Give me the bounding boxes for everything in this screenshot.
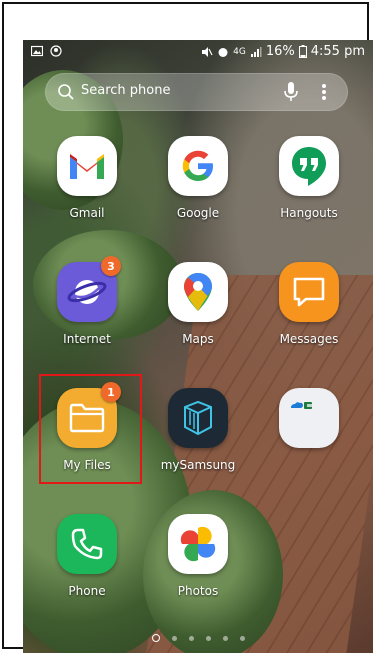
app-google[interactable]: Google bbox=[150, 136, 246, 246]
home-screen: 4G 16% 4:55 pm Search phone Gmail Google… bbox=[23, 40, 373, 653]
gallery-icon bbox=[31, 45, 43, 57]
app-maps[interactable]: Maps bbox=[150, 262, 246, 372]
app-folder[interactable] bbox=[261, 388, 357, 498]
app-hangouts[interactable]: Hangouts bbox=[261, 136, 357, 246]
mysamsung-icon bbox=[168, 388, 228, 448]
app-label: Phone bbox=[68, 584, 106, 598]
app-label: Messages bbox=[279, 332, 339, 346]
clock: 4:55 pm bbox=[310, 44, 365, 59]
phone-icon bbox=[57, 514, 117, 574]
gmail-icon bbox=[57, 136, 117, 196]
photos-icon bbox=[168, 514, 228, 574]
microphone-icon[interactable] bbox=[283, 81, 299, 103]
app-photos[interactable]: Photos bbox=[150, 514, 246, 624]
notification-badge: 3 bbox=[101, 256, 121, 276]
selection-highlight bbox=[39, 374, 142, 484]
app-gmail[interactable]: Gmail bbox=[39, 136, 135, 246]
mute-icon bbox=[202, 46, 213, 57]
app-label: Photos bbox=[177, 584, 219, 598]
app-phone[interactable]: Phone bbox=[39, 514, 135, 624]
alarm-icon bbox=[218, 47, 228, 57]
search-bar[interactable]: Search phone bbox=[45, 73, 348, 111]
page-dot[interactable] bbox=[239, 635, 245, 641]
app-label: Maps bbox=[182, 332, 214, 346]
search-icon bbox=[58, 84, 74, 100]
search-input[interactable]: Search phone bbox=[81, 83, 170, 98]
app-label: Internet bbox=[63, 332, 111, 346]
google-icon bbox=[168, 136, 228, 196]
hangouts-icon bbox=[279, 136, 339, 196]
network-type: 4G bbox=[233, 46, 246, 57]
more-vertical-icon[interactable] bbox=[321, 81, 327, 103]
messages-icon bbox=[279, 262, 339, 322]
page-dot[interactable] bbox=[151, 634, 160, 642]
app-label: Google bbox=[176, 206, 220, 220]
app-mysamsung[interactable]: mySamsung bbox=[150, 388, 246, 498]
page-dot[interactable] bbox=[222, 635, 228, 641]
screenshot-frame: 4G 16% 4:55 pm Search phone Gmail Google… bbox=[2, 2, 373, 653]
privacy-icon bbox=[50, 45, 62, 57]
page-dot[interactable] bbox=[205, 635, 211, 641]
battery-icon bbox=[298, 45, 307, 58]
battery-percent: 16% bbox=[265, 44, 295, 59]
app-messages[interactable]: Messages bbox=[261, 262, 357, 372]
maps-icon bbox=[168, 262, 228, 322]
signal-icon bbox=[250, 46, 262, 57]
page-indicator[interactable] bbox=[23, 633, 373, 643]
status-bar: 4G 16% 4:55 pm bbox=[23, 40, 373, 66]
page-dot[interactable] bbox=[188, 635, 194, 641]
app-label: Hangouts bbox=[280, 206, 338, 220]
app-label: mySamsung bbox=[160, 458, 236, 472]
folder-icon bbox=[279, 388, 339, 448]
app-internet[interactable]: 3 Internet bbox=[39, 256, 135, 372]
page-dot[interactable] bbox=[171, 635, 177, 641]
app-label: Gmail bbox=[69, 206, 105, 220]
